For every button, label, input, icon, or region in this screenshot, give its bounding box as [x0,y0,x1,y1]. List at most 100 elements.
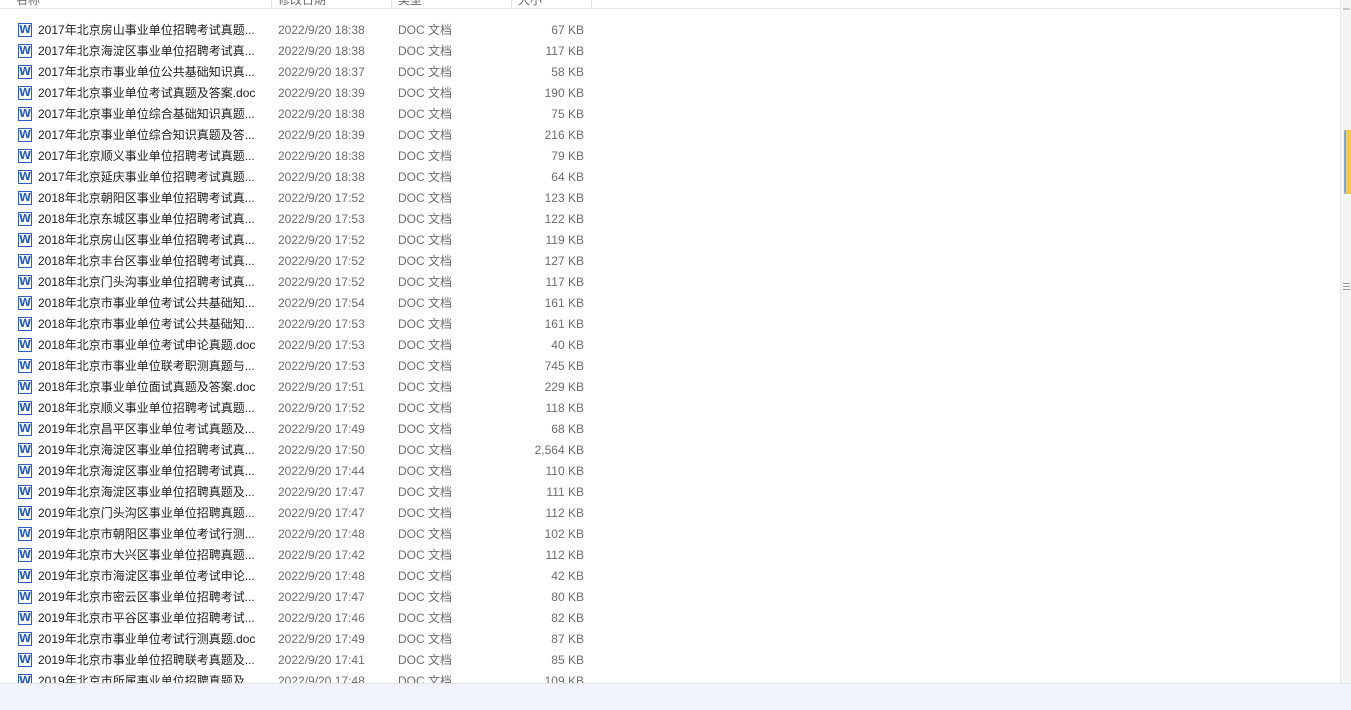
file-row[interactable]: W 2019年北京昌平区事业单位考试真题及... 2022/9/20 17:49 DO… [0,419,600,440]
file-date-modified: 2022/9/20 17:50 [278,443,365,457]
file-row[interactable]: W 2017年北京事业单位综合知识真题及答... 2022/9/20 18:39 DO… [0,125,600,146]
file-size: 216 KB [544,128,584,142]
file-name: 2019年北京海淀区事业单位招聘考试真... [38,443,255,457]
file-size: 112 KB [545,506,584,520]
file-date-modified: 2022/9/20 17:49 [278,632,365,646]
file-type: DOC 文档 [398,65,453,79]
file-date-modified: 2022/9/20 18:38 [278,149,365,163]
file-row[interactable]: W 2018年北京市事业单位考试公共基础知... 2022/9/20 17:54 DO… [0,293,600,314]
file-row[interactable]: W 2019年北京海淀区事业单位招聘真题及... 2022/9/20 17:47 DO… [0,482,600,503]
word-doc-icon: W [18,653,32,667]
file-row[interactable]: W 2018年北京东城区事业单位招聘考试真... 2022/9/20 17:53 DO… [0,209,600,230]
word-doc-icon: W [18,191,32,205]
word-doc-icon: W [18,485,32,499]
file-size: 112 KB [545,548,584,562]
file-date-modified: 2022/9/20 17:51 [278,380,365,394]
file-row[interactable]: W 2019年北京市事业单位考试行测真题.doc 2022/9/20 17:49 DO… [0,629,600,650]
scrollbar-thumb[interactable] [1344,130,1351,194]
word-doc-icon: W [18,233,32,247]
file-row[interactable]: W 2019年北京市海淀区事业单位考试申论... 2022/9/20 17:48 DO… [0,566,600,587]
file-row[interactable]: W 2019年北京市密云区事业单位招聘考试... 2022/9/20 17:47 DO… [0,587,600,608]
file-date-modified: 2022/9/20 17:49 [278,422,365,436]
file-row[interactable]: W 2018年北京丰台区事业单位招聘考试真... 2022/9/20 17:52 DO… [0,251,600,272]
word-doc-icon: W [18,212,32,226]
file-row[interactable]: W 2019年北京市平谷区事业单位招聘考试... 2022/9/20 17:46 DO… [0,608,600,629]
file-row[interactable]: W 2018年北京房山区事业单位招聘考试真... 2022/9/20 17:52 DO… [0,230,600,251]
vertical-scrollbar[interactable] [1340,0,1351,683]
file-row[interactable]: W 2018年北京朝阳区事业单位招聘考试真... 2022/9/20 17:52 DO… [0,188,600,209]
column-header-type[interactable]: 类型 [392,0,512,8]
file-date-modified: 2022/9/20 17:48 [278,569,365,583]
file-date-modified: 2022/9/20 17:53 [278,338,365,352]
file-type: DOC 文档 [398,485,453,499]
file-row[interactable]: W 2017年北京事业单位考试真题及答案.doc 2022/9/20 18:39 DO… [0,83,600,104]
file-size: 2,564 KB [534,443,584,457]
file-row[interactable]: W 2018年北京市事业单位考试申论真题.doc 2022/9/20 17:53 DO… [0,335,600,356]
file-row[interactable]: W 2018年北京市事业单位考试公共基础知... 2022/9/20 17:53 DO… [0,314,600,335]
column-header-date-modified[interactable]: 修改日期 [272,0,392,8]
file-type: DOC 文档 [398,401,453,415]
file-date-modified: 2022/9/20 17:52 [278,275,365,289]
file-row[interactable]: W 2019年北京门头沟区事业单位招聘真题... 2022/9/20 17:47 DO… [0,503,600,524]
file-date-modified: 2022/9/20 17:41 [278,653,365,667]
file-row[interactable]: W 2017年北京海淀区事业单位招聘考试真... 2022/9/20 18:38 DO… [0,41,600,62]
file-row[interactable]: W 2019年北京市大兴区事业单位招聘真题... 2022/9/20 17:42 DO… [0,545,600,566]
file-size: 80 KB [551,590,584,604]
word-doc-icon: W [18,317,32,331]
file-row[interactable]: W 2018年北京顺义事业单位招聘考试真题... 2022/9/20 17:52 DO… [0,398,600,419]
file-name: 2018年北京顺义事业单位招聘考试真题... [38,401,255,415]
file-date-modified: 2022/9/20 17:47 [278,590,365,604]
file-row[interactable]: W 2019年北京海淀区事业单位招聘考试真... 2022/9/20 17:50 DO… [0,440,600,461]
file-row[interactable]: W 2019年北京市所属事业单位招聘真题及... 2022/9/20 17:48 DO… [0,671,600,683]
file-size: 117 KB [545,44,584,58]
word-doc-icon: W [18,611,32,625]
file-size: 75 KB [551,107,584,121]
file-row[interactable]: W 2017年北京事业单位综合基础知识真题... 2022/9/20 18:38 DO… [0,104,600,125]
word-doc-icon: W [18,107,32,121]
file-date-modified: 2022/9/20 17:47 [278,485,365,499]
file-list: W 2017年北京房山事业单位招聘考试真题... 2022/9/20 18:38 DO… [0,20,1340,683]
file-row[interactable]: W 2017年北京顺义事业单位招聘考试真题... 2022/9/20 18:38 DO… [0,146,600,167]
file-date-modified: 2022/9/20 17:52 [278,401,365,415]
file-name: 2017年北京事业单位考试真题及答案.doc [38,86,256,100]
file-size: 67 KB [551,23,584,37]
file-date-modified: 2022/9/20 17:48 [278,527,365,541]
file-date-modified: 2022/9/20 17:52 [278,191,365,205]
file-row[interactable]: W 2018年北京门头沟事业单位招聘考试真... 2022/9/20 17:52 DO… [0,272,600,293]
file-name: 2019年北京门头沟区事业单位招聘真题... [38,506,255,520]
file-name: 2018年北京朝阳区事业单位招聘考试真... [38,191,255,205]
file-name: 2017年北京顺义事业单位招聘考试真题... [38,149,255,163]
file-type: DOC 文档 [398,653,453,667]
scrollbar-grip-icon [1343,283,1350,291]
file-size: 119 KB [545,233,584,247]
file-date-modified: 2022/9/20 17:46 [278,611,365,625]
column-header-name[interactable]: 名称 [10,0,272,8]
file-date-modified: 2022/9/20 18:39 [278,128,365,142]
file-name: 2018年北京门头沟事业单位招聘考试真... [38,275,255,289]
file-size: 111 KB [546,485,584,499]
file-size: 123 KB [544,191,584,205]
file-date-modified: 2022/9/20 18:38 [278,170,365,184]
file-type: DOC 文档 [398,338,453,352]
file-type: DOC 文档 [398,464,453,478]
file-row[interactable]: W 2017年北京市事业单位公共基础知识真... 2022/9/20 18:37 DO… [0,62,600,83]
file-row[interactable]: W 2019年北京市事业单位招聘联考真题及... 2022/9/20 17:41 DO… [0,650,600,671]
file-explorer-window: 名称 修改日期 类型 大小 W 2017年北京房山事业单位招聘考试真题... 202… [0,0,1351,710]
file-name: 2019年北京市平谷区事业单位招聘考试... [38,611,255,625]
file-type: DOC 文档 [398,86,453,100]
file-size: 745 KB [544,359,584,373]
file-size: 85 KB [551,653,584,667]
word-doc-icon: W [18,548,32,562]
file-row[interactable]: W 2018年北京事业单位面试真题及答案.doc 2022/9/20 17:51 DO… [0,377,600,398]
file-row[interactable]: W 2018年北京市事业单位联考职测真题与... 2022/9/20 17:53 DO… [0,356,600,377]
file-row[interactable]: W 2017年北京房山事业单位招聘考试真题... 2022/9/20 18:38 DO… [0,20,600,41]
file-row[interactable]: W 2017年北京延庆事业单位招聘考试真题... 2022/9/20 18:38 DO… [0,167,600,188]
file-size: 110 KB [545,464,584,478]
file-row[interactable]: W 2019年北京海淀区事业单位招聘考试真... 2022/9/20 17:44 DO… [0,461,600,482]
file-type: DOC 文档 [398,44,453,58]
file-row[interactable]: W 2019年北京市朝阳区事业单位考试行测... 2022/9/20 17:48 DO… [0,524,600,545]
file-name: 2019年北京市海淀区事业单位考试申论... [38,569,255,583]
column-header-size[interactable]: 大小 [512,0,592,8]
file-name: 2018年北京市事业单位考试公共基础知... [38,317,255,331]
file-date-modified: 2022/9/20 17:53 [278,212,365,226]
